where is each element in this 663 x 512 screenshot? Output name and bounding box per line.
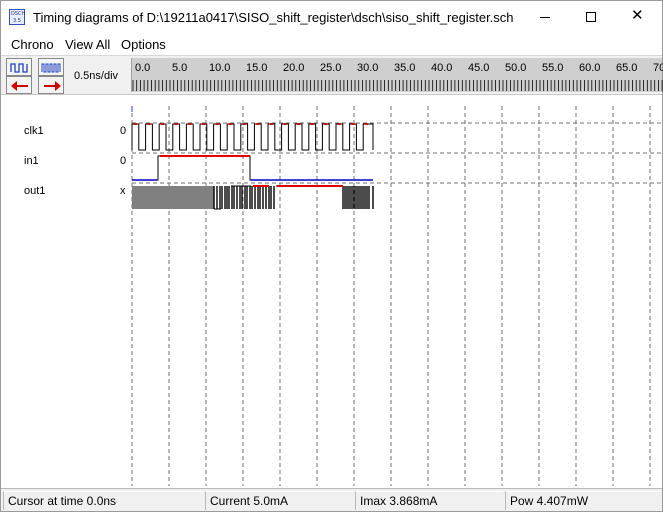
title-bar[interactable]: DSCH 3.5 Timing diagrams of D:\19211a041… (1, 1, 662, 33)
scroll-left-button[interactable] (6, 76, 32, 94)
waveform-clk1 (131, 123, 374, 151)
toolbar: 0.5ns/div 0.0 5.0 10.0 15.0 20.0 25.0 30.0 35.0… (1, 55, 663, 95)
signal-name-out1: out1 (24, 185, 46, 197)
ruler-label: 25.0 (320, 62, 341, 74)
signal-value-out1: x (120, 185, 126, 197)
timing-plot-area[interactable]: clk1 0 in1 0 out1 x (1, 96, 662, 486)
ruler-label: 65.0 (616, 62, 637, 74)
ruler-label: 70 (653, 62, 663, 74)
signal-value-in1: 0 (120, 155, 127, 167)
ruler-label: 5.0 (172, 62, 187, 74)
menu-chrono[interactable]: Chrono (11, 37, 54, 52)
status-imax: Imax 3.868mA (355, 491, 503, 510)
waveform-in1 (132, 155, 373, 181)
signal-name-in1: in1 (24, 155, 39, 167)
menu-options[interactable]: Options (121, 37, 166, 52)
out1-unknown-state (132, 186, 214, 209)
ruler-label: 35.0 (394, 62, 415, 74)
ruler-label: 40.0 (431, 62, 452, 74)
close-button[interactable]: ✕ (614, 1, 660, 33)
signal-name-clk1: clk1 (24, 125, 44, 137)
menu-bar: Chrono View All Options (1, 34, 662, 54)
ruler-label: 45.0 (468, 62, 489, 74)
zoom-in-button[interactable] (6, 58, 32, 76)
ruler-label: 0.0 (135, 62, 150, 74)
ruler-label: 30.0 (357, 62, 378, 74)
ruler-ticks: 0.0 5.0 10.0 15.0 20.0 25.0 30.0 35.0 40.0 45.0 50… (132, 62, 663, 91)
window-title: Timing diagrams of D:\19211a0417\SISO_sh… (33, 10, 514, 25)
status-cursor-time: Cursor at time 0.0ns (3, 491, 203, 510)
status-bar: Cursor at time 0.0ns Current 5.0mA Imax … (1, 488, 662, 511)
ruler-label: 60.0 (579, 62, 600, 74)
ruler-label: 15.0 (246, 62, 267, 74)
app-icon-line-2: 3.5 (13, 18, 21, 24)
menu-view-all[interactable]: View All (65, 37, 110, 52)
arrow-left-icon (11, 81, 28, 91)
signal-value-clk1: 0 (120, 125, 127, 137)
ruler-label: 20.0 (283, 62, 304, 74)
close-icon: ✕ (631, 6, 644, 24)
dsch-app-icon: DSCH 3.5 (9, 9, 25, 25)
ruler-label: 55.0 (542, 62, 563, 74)
status-current: Current 5.0mA (205, 491, 353, 510)
clock-dense-icon (41, 63, 61, 73)
minimize-icon (540, 17, 550, 18)
scroll-right-button[interactable] (38, 76, 64, 94)
zoom-out-button[interactable] (38, 58, 64, 76)
clock-wide-icon (10, 63, 28, 73)
ruler-label: 50.0 (505, 62, 526, 74)
ruler-label: 10.0 (209, 62, 230, 74)
minimize-button[interactable] (522, 1, 568, 33)
waveform-canvas (131, 106, 662, 486)
maximize-button[interactable] (568, 1, 614, 33)
arrow-right-icon (44, 81, 61, 91)
maximize-icon (586, 12, 596, 22)
time-scale-label: 0.5ns/div (74, 70, 119, 82)
time-ruler[interactable]: 0.0 5.0 10.0 15.0 20.0 25.0 30.0 35.0 40.0 45.0 50… (131, 58, 663, 92)
status-power: Pow 4.407mW (505, 491, 660, 510)
timing-diagram-window: DSCH 3.5 Timing diagrams of D:\19211a041… (0, 0, 663, 512)
app-icon-line-1: DSCH (11, 11, 26, 17)
